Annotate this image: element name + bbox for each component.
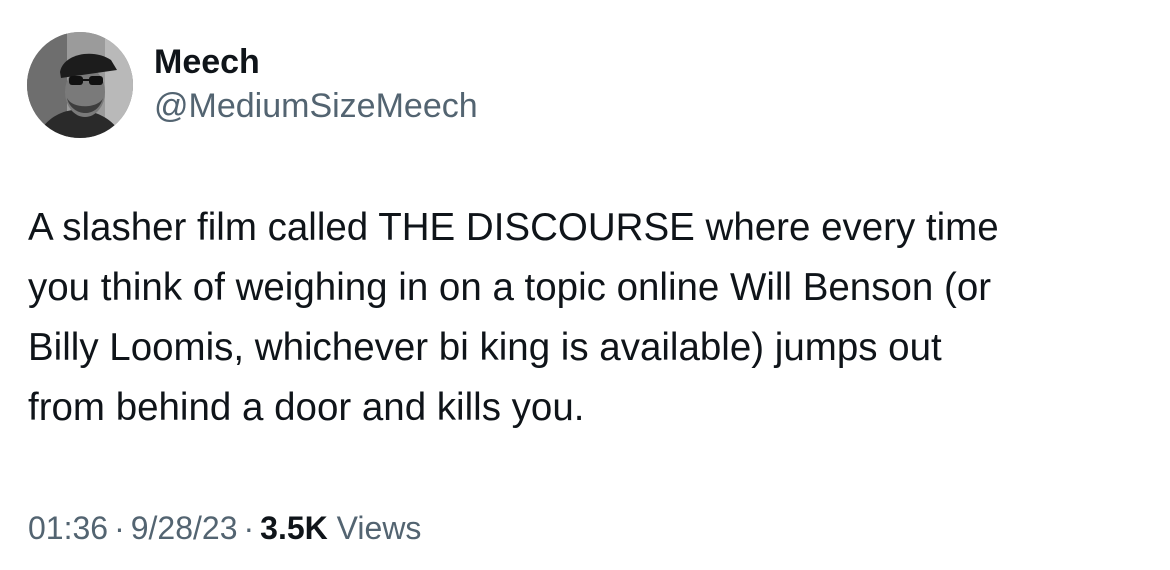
tweet-text-line: A slasher film called THE DISCOURSE wher… (28, 206, 999, 249)
meta-separator: · (114, 510, 125, 546)
views-label[interactable]: Views (337, 510, 422, 546)
user-handle[interactable]: @MediumSizeMeech (154, 84, 478, 128)
meta-separator: · (243, 510, 255, 546)
display-name[interactable]: Meech (154, 40, 260, 84)
tweet-meta: 01:36 · 9/28/23 · 3.5K Views (28, 506, 421, 550)
avatar[interactable] (27, 32, 133, 138)
tweet-text-line: you think of weighing in on a topic onli… (28, 266, 992, 309)
tweet-text-line: from behind a door and kills you. (28, 386, 585, 429)
tweet-time[interactable]: 01:36 (28, 510, 108, 546)
tweet-text: A slasher film called THE DISCOURSE wher… (28, 198, 1148, 438)
tweet-date[interactable]: 9/28/23 (131, 510, 238, 546)
tweet-text-line: Billy Loomis, whichever bi king is avail… (28, 326, 942, 369)
tweet-card: Meech @MediumSizeMeech A slasher film ca… (0, 0, 1170, 570)
views-count[interactable]: 3.5K (260, 510, 328, 546)
profile-photo-icon (27, 32, 133, 138)
